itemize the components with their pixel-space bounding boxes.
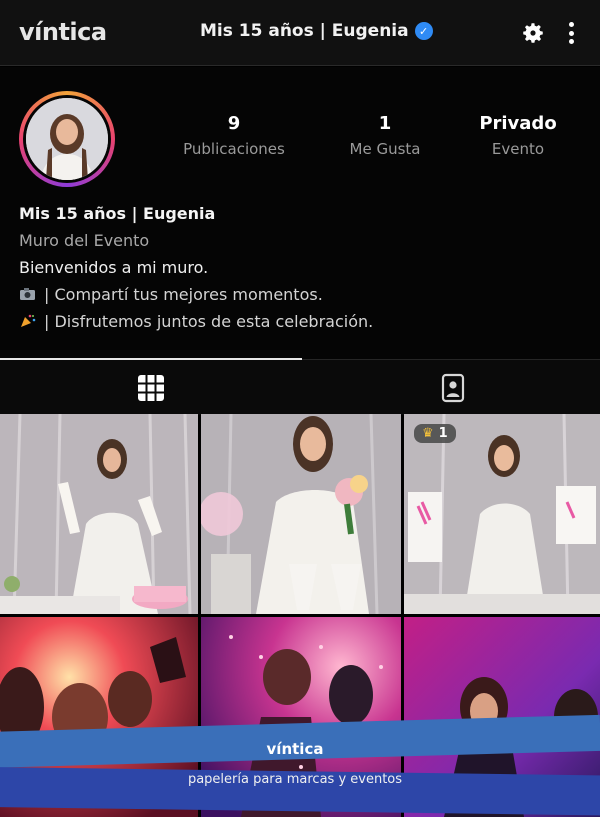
active-tab-indicator	[0, 358, 302, 360]
post-photo	[404, 414, 600, 614]
stat-likes-value: 1	[378, 113, 392, 134]
brand-logo[interactable]: víntica	[19, 18, 107, 46]
stat-privacy-value: Privado	[479, 113, 557, 134]
bio-line-welcome: Bienvenidos a mi muro.	[19, 258, 209, 277]
multi-post-badge: ♛ 1	[414, 424, 456, 443]
brand-banner: víntica papelería para marcas y eventos	[0, 714, 600, 816]
stat-privacy: Privado Evento	[470, 113, 566, 158]
banner-subtitle: papelería para marcas y eventos	[187, 772, 403, 787]
page-title: Mis 15 años | Eugenia ✓	[200, 21, 433, 41]
profile-section: 9 Publicaciones 1 Me Gusta Privado Event…	[0, 67, 600, 359]
post-thumbnail-1[interactable]	[0, 414, 198, 614]
bio-line-share-text: | Compartí tus mejores momentos.	[44, 285, 323, 304]
bio-line-celebrate-text: | Disfrutemos juntos de esta celebración…	[44, 312, 374, 331]
post-photo	[201, 414, 401, 614]
gear-icon[interactable]	[520, 20, 546, 46]
tagged-person-icon[interactable]	[440, 373, 466, 403]
grid-icon[interactable]	[137, 374, 165, 402]
stat-posts-label: Publicaciones	[183, 140, 285, 158]
banner-title: víntica	[266, 740, 324, 758]
page-title-text: Mis 15 años | Eugenia	[200, 21, 409, 41]
stat-likes[interactable]: 1 Me Gusta	[335, 113, 435, 158]
avatar-ring[interactable]	[19, 91, 115, 187]
post-thumbnail-2[interactable]	[201, 414, 401, 614]
more-vertical-icon[interactable]	[563, 20, 579, 46]
top-bar: víntica Mis 15 años | Eugenia ✓	[0, 0, 600, 66]
stat-likes-label: Me Gusta	[349, 140, 421, 158]
profile-name: Mis 15 años | Eugenia	[19, 204, 216, 223]
avatar-photo	[26, 98, 108, 180]
bio-line-celebrate: | Disfrutemos juntos de esta celebración…	[19, 312, 373, 331]
badge-count: 1	[438, 426, 448, 441]
party-popper-emoji-icon	[21, 314, 36, 327]
post-thumbnail-3[interactable]: ♛ 1	[404, 414, 600, 614]
stat-posts-value: 9	[227, 113, 241, 134]
camera-emoji-icon	[20, 288, 35, 300]
profile-tabs	[0, 358, 600, 415]
stat-posts[interactable]: 9 Publicaciones	[175, 113, 293, 158]
stat-privacy-label: Evento	[491, 140, 545, 158]
crown-icon: ♛	[422, 426, 434, 441]
avatar[interactable]	[23, 95, 111, 183]
profile-category: Muro del Evento	[19, 231, 150, 250]
post-photo	[0, 414, 198, 614]
bio-line-share: | Compartí tus mejores momentos.	[19, 285, 323, 304]
verified-check-icon: ✓	[414, 22, 433, 40]
